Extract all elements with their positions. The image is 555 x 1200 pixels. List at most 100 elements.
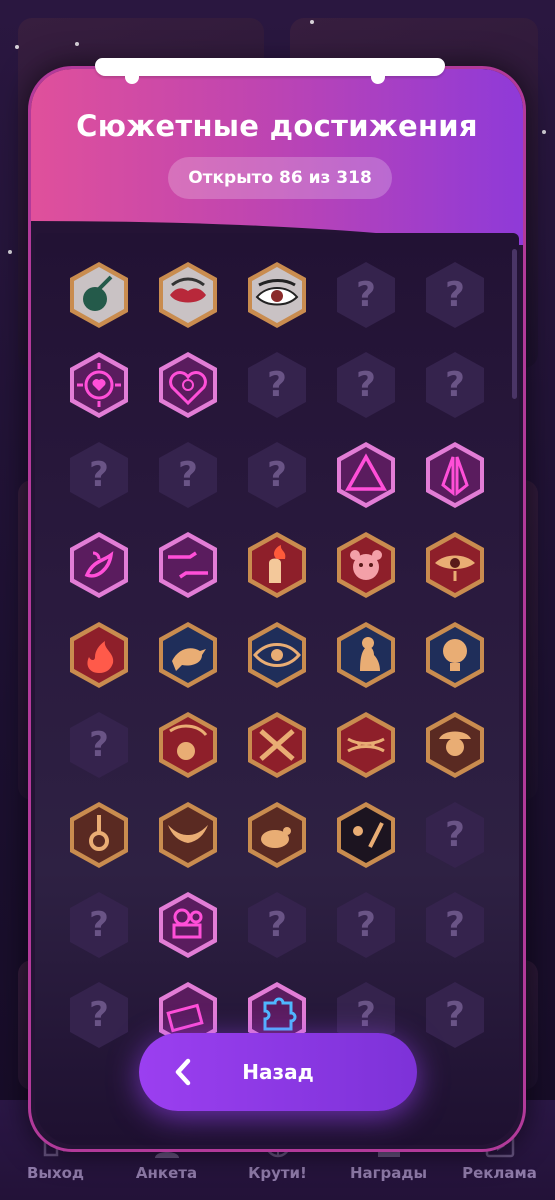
achievement-badge[interactable] [419,619,491,691]
crying-eye-icon [426,532,484,598]
achievement-badge-locked[interactable]: ? [241,349,313,421]
question-mark-icon: ? [267,455,287,495]
modal-header: Сюжетные достижения Открыто 86 из 318 [31,69,523,281]
fangs-icon [337,712,395,778]
target-heart-icon [70,352,128,418]
achievement-badge[interactable] [419,709,491,781]
woman-silhouette-icon [337,622,395,688]
achievement-badge-locked[interactable]: ? [63,889,135,961]
film-camera-icon [159,892,217,958]
achievement-badge[interactable] [63,799,135,871]
woman-hat-icon [426,712,484,778]
question-mark-icon: ? [356,275,376,315]
achievement-badge-locked[interactable]: ? [241,889,313,961]
achievement-badge[interactable] [152,619,224,691]
snowflake [75,42,79,46]
skull-scythe-icon [159,712,217,778]
achievement-badge[interactable] [330,529,402,601]
question-mark-icon: ? [445,365,465,405]
lips-icon [159,262,217,328]
achievement-badge[interactable] [330,709,402,781]
achievement-badge[interactable] [63,349,135,421]
achievement-badge[interactable] [152,889,224,961]
achievement-badge[interactable] [152,349,224,421]
question-mark-icon: ? [445,815,465,855]
unlocked-counter: Открыто 86 из 318 [168,157,392,199]
achievement-badge-locked[interactable]: ? [330,259,402,331]
achievement-badge[interactable] [330,619,402,691]
achievement-badge-locked[interactable]: ? [419,979,491,1051]
snow-decoration [95,58,445,84]
question-mark-icon: ? [445,275,465,315]
achievement-badge-locked[interactable]: ? [330,889,402,961]
touching-hands-icon [159,532,217,598]
achievement-badge[interactable] [63,529,135,601]
lightbulb-icon [426,622,484,688]
rat-icon [248,802,306,868]
achievement-badge[interactable] [241,619,313,691]
achievement-badge[interactable] [419,439,491,511]
achievement-badge[interactable] [241,799,313,871]
achievement-badge-locked[interactable]: ? [63,709,135,781]
achievement-badge-locked[interactable]: ? [419,259,491,331]
snowflake [310,20,314,24]
achievement-badge[interactable] [152,529,224,601]
achievement-badge[interactable] [241,529,313,601]
bear-icon [337,532,395,598]
question-mark-icon: ? [89,995,109,1035]
heart-gender-icon [159,352,217,418]
achievement-badge[interactable] [152,259,224,331]
question-mark-icon: ? [89,905,109,945]
paw-feather-icon [337,802,395,868]
achievement-badge-locked[interactable]: ? [419,799,491,871]
flame-arm-icon [248,532,306,598]
praying-hands-icon [426,442,484,508]
achievements-grid: ????????????????? [63,259,503,1051]
achievement-badge[interactable] [63,619,135,691]
question-mark-icon: ? [356,905,376,945]
scrollbar[interactable] [512,249,517,399]
nav-label: Реклама [462,1164,537,1182]
achievement-badge-locked[interactable]: ? [419,349,491,421]
achievement-badge[interactable] [241,259,313,331]
page-title: Сюжетные достижения [76,109,478,143]
achievement-badge-locked[interactable]: ? [152,439,224,511]
achievement-badge[interactable] [152,799,224,871]
dove-icon [159,802,217,868]
achievements-modal: Сюжетные достижения Открыто 86 из 318 ??… [28,66,526,1152]
chevron-left-icon [175,1058,191,1086]
triangle-icon [337,442,395,508]
question-mark-icon: ? [89,455,109,495]
achievement-badge[interactable] [152,709,224,781]
achievement-badge-locked[interactable]: ? [63,979,135,1051]
question-mark-icon: ? [356,365,376,405]
achievement-badge-locked[interactable]: ? [241,439,313,511]
question-mark-icon: ? [445,905,465,945]
achievement-badge[interactable] [330,439,402,511]
snowflake [542,130,546,134]
snowflake [15,45,19,49]
achievement-badge[interactable] [330,799,402,871]
nav-label: Крути! [248,1164,307,1182]
achievement-badge-locked[interactable]: ? [419,889,491,961]
snowflake [8,250,12,254]
question-mark-icon: ? [267,905,287,945]
question-mark-icon: ? [445,995,465,1035]
achievement-badge[interactable] [241,709,313,781]
question-mark-icon: ? [267,365,287,405]
nav-label: Анкета [135,1164,198,1182]
achievement-badge[interactable] [419,529,491,601]
raven-icon [159,622,217,688]
back-label: Назад [242,1060,314,1084]
noose-icon [70,802,128,868]
fire-icon [70,622,128,688]
back-button[interactable]: Назад [139,1033,417,1111]
eye-icon [248,262,306,328]
nav-label: Выход [26,1164,85,1182]
nav-label: Награды [349,1164,428,1182]
crossed-pistols-icon [248,712,306,778]
achievement-badge[interactable] [63,259,135,331]
achievement-badge-locked[interactable]: ? [63,439,135,511]
watching-eye-icon [248,622,306,688]
achievement-badge-locked[interactable]: ? [330,349,402,421]
